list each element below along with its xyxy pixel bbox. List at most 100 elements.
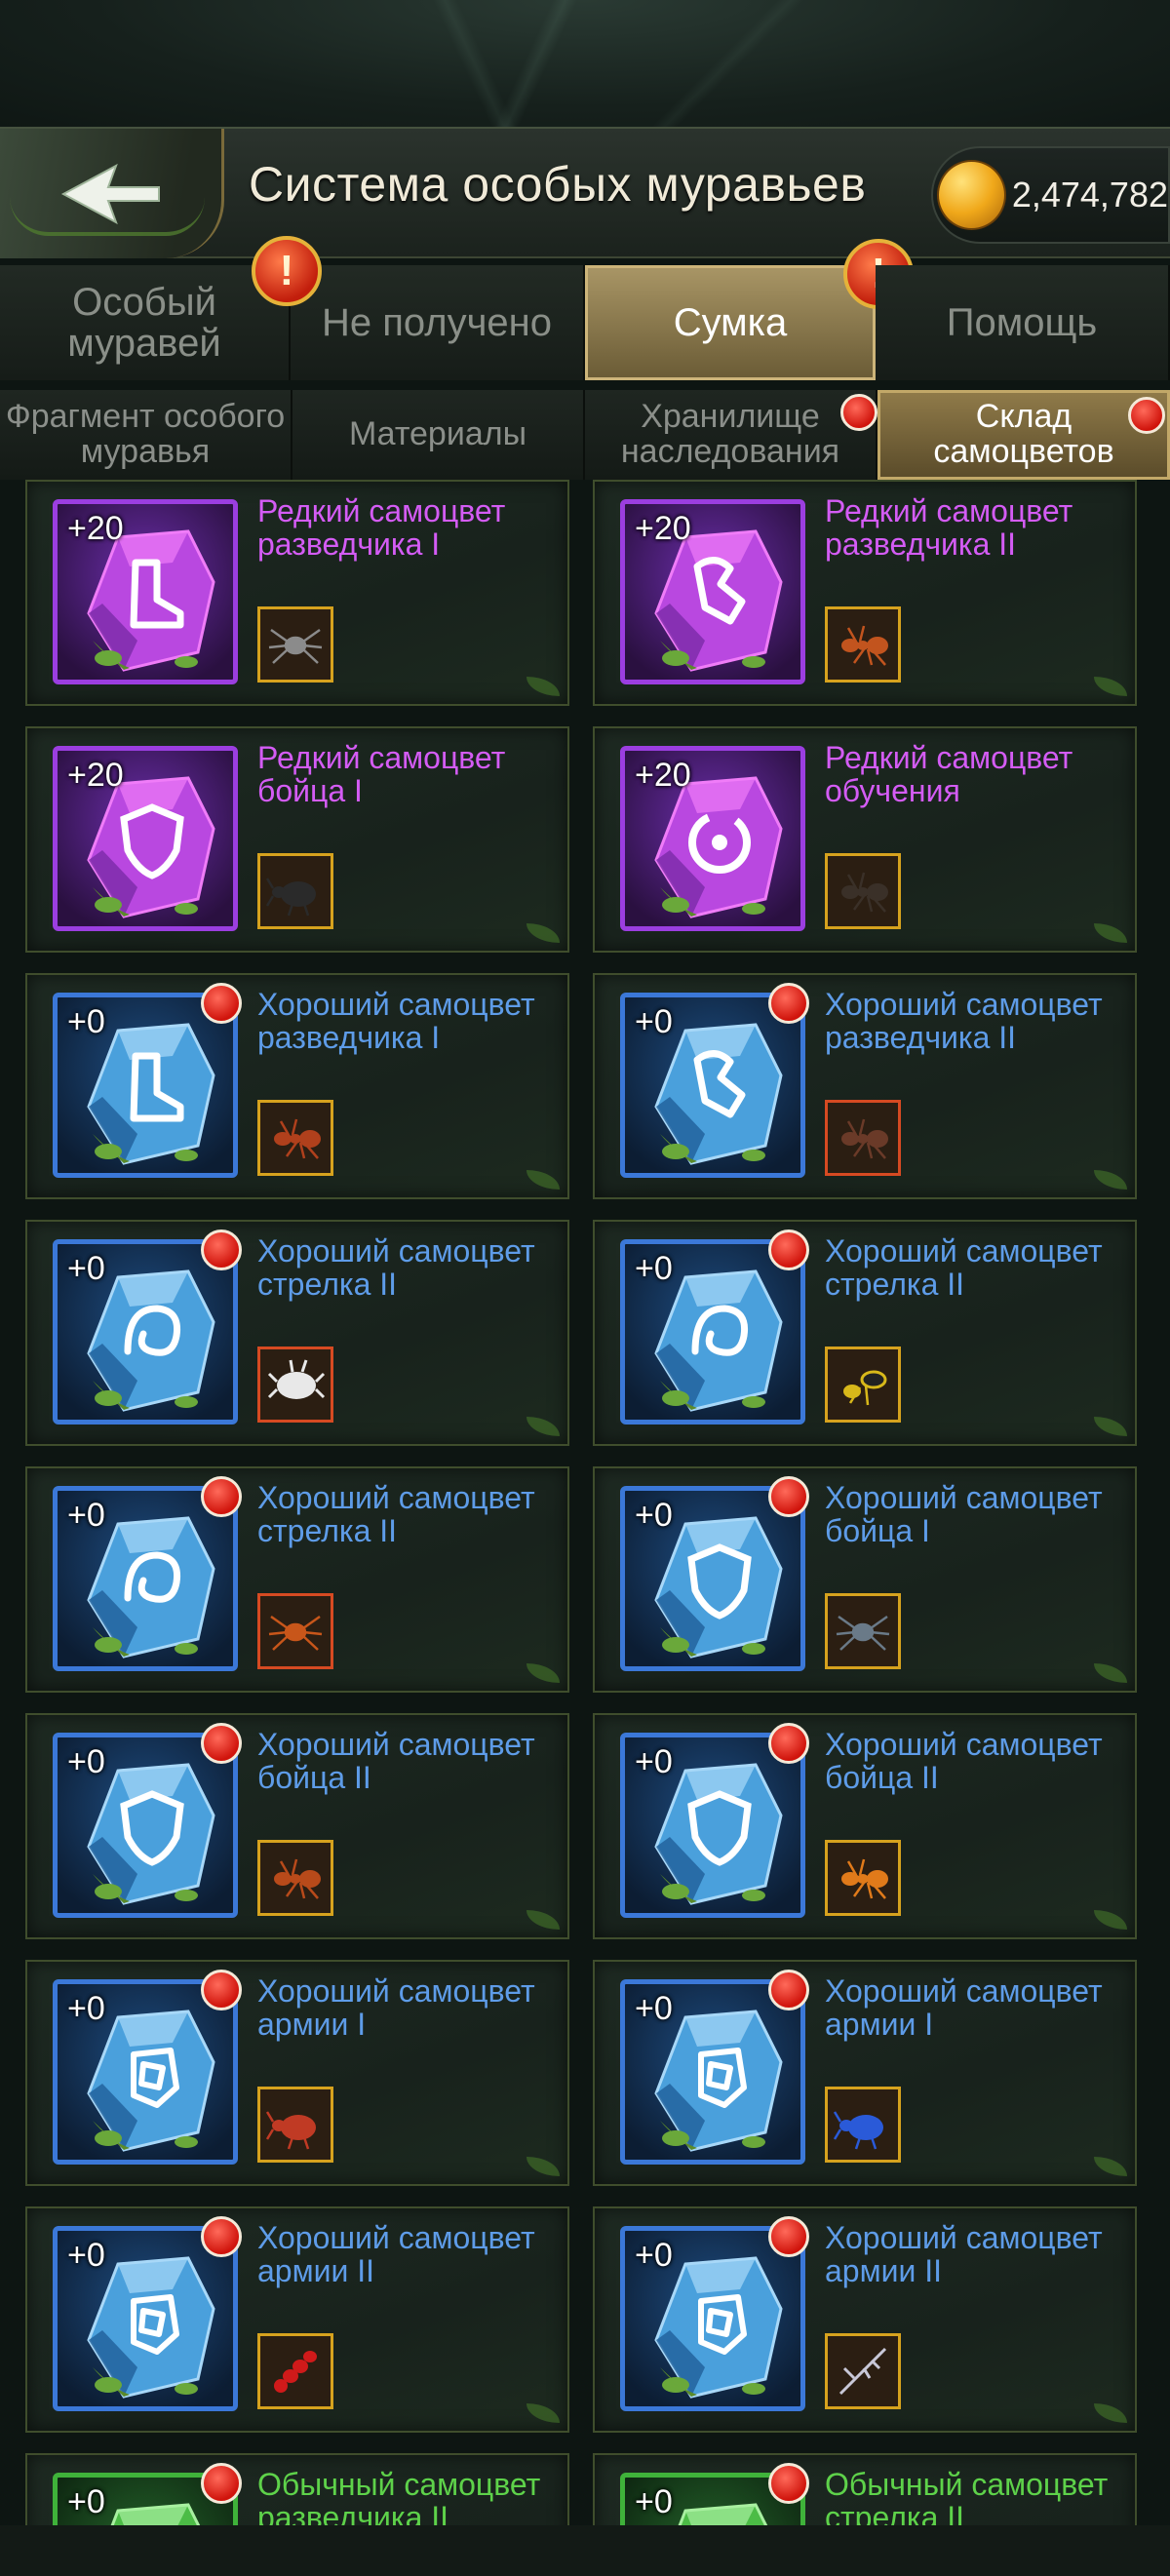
ant-icon[interactable] [825,2087,901,2163]
tab-special-ant[interactable]: Особый муравей [0,265,291,380]
subtab-inheritance-storage[interactable]: Хранилище наследования [585,390,878,480]
top-background [0,0,1170,127]
gem-level: +0 [635,1250,673,1287]
bottom-strip [0,2525,1170,2576]
leaf-decoration [1094,2403,1127,2423]
notification-dot [768,1723,809,1764]
gem-card[interactable]: +0 Обычный самоцвет стрелка II [593,2453,1137,2525]
notification-dot [1128,397,1165,434]
gem-card[interactable]: +0 Хороший самоцвет армии II [593,2206,1137,2433]
gem-card[interactable]: +0 Хороший самоцвет стрелка II [593,1220,1137,1446]
ant-icon[interactable] [825,1840,901,1916]
ant-icon[interactable] [825,1593,901,1669]
gem-card[interactable]: +20 Редкий самоцвет разведчика I [25,480,569,706]
ant-icon[interactable] [825,2333,901,2409]
tab-label: Не получено [321,301,553,344]
ant-icon[interactable] [257,606,333,683]
tab-not-obtained[interactable]: Не получено ! [252,236,585,380]
gem-level: +0 [67,1250,105,1287]
subtab-label: Материалы [348,415,527,453]
notification-dot [768,1970,809,2010]
subtab-label: Хранилище наследования [620,398,840,470]
subtab-label: Склад самоцветов [933,398,1114,470]
sub-tabs: Фрагмент особого муравья Материалы Храни… [0,390,1170,480]
currency-display[interactable]: 2,474,782 [931,146,1170,244]
gem-card[interactable]: +0 Хороший самоцвет бойца II [25,1713,569,1939]
gem-name: Редкий самоцвет бойца I [257,740,506,808]
gem-name: Хороший самоцвет бойца II [257,1727,535,1795]
leaf-decoration [526,1170,560,1190]
leaf-decoration [1094,1910,1127,1930]
gem-name: Хороший самоцвет армии I [257,1973,535,2042]
gem-icon: +20 [53,499,238,684]
tab-bag[interactable]: Сумка ! [585,239,914,380]
subtab-gem-warehouse[interactable]: Склад самоцветов [878,390,1170,480]
gem-card[interactable]: +0 Хороший самоцвет армии I [25,1960,569,2186]
gem-icon: +20 [53,746,238,931]
gem-card[interactable]: +0 Хороший самоцвет стрелка II [25,1466,569,1693]
ant-icon[interactable] [257,1593,333,1669]
tab-help[interactable]: Помощь [876,265,1170,380]
ant-icon[interactable] [257,2087,333,2163]
gem-card[interactable]: +20 Редкий самоцвет бойца I [25,726,569,953]
gem-level: +20 [635,757,691,794]
back-button[interactable] [0,129,224,258]
gem-card[interactable]: +0 Хороший самоцвет стрелка II [25,1220,569,1446]
main-tabs: Особый муравей Не получено ! Сумка ! Пом… [0,236,1170,380]
gem-icon: +20 [620,499,805,684]
notification-dot [768,1229,809,1270]
leaf-decoration [526,1663,560,1683]
gem-card[interactable]: +0 Хороший самоцвет бойца I [593,1466,1137,1693]
leaf-decoration [1094,923,1127,943]
ant-icon[interactable] [257,1100,333,1176]
leaf-decoration [1094,677,1127,696]
leaf-decoration [526,1417,560,1436]
gem-card[interactable]: +0 Хороший самоцвет разведчика II [593,973,1137,1199]
warning-icon: ! [252,236,322,306]
ant-icon[interactable] [257,853,333,929]
leaf-decoration [526,2157,560,2176]
ant-icon[interactable] [825,1100,901,1176]
leaf-decoration [526,677,560,696]
gem-name: Редкий самоцвет разведчика II [825,493,1073,562]
notification-dot [201,1229,242,1270]
currency-amount: 2,474,782 [1011,175,1168,215]
gem-card[interactable]: +0 Обычный самоцвет разведчика II [25,2453,569,2525]
tab-label: Сумка [673,301,788,344]
notification-dot [201,2216,242,2257]
subtab-fragments[interactable]: Фрагмент особого муравья [0,390,292,480]
ant-icon[interactable] [257,1347,333,1423]
gem-level: +0 [635,2237,673,2274]
gem-name: Обычный самоцвет разведчика II [257,2467,541,2525]
gem-name: Хороший самоцвет армии II [257,2220,535,2288]
subtab-materials[interactable]: Материалы [292,390,585,480]
gem-name: Хороший самоцвет разведчика I [257,987,535,1055]
subtab-label: Фрагмент особого муравья [5,398,286,470]
notification-dot [201,1970,242,2010]
ant-icon[interactable] [257,1840,333,1916]
gem-name: Хороший самоцвет стрелка II [825,1233,1103,1302]
gem-card[interactable]: +20 Редкий самоцвет разведчика II [593,480,1137,706]
gem-level: +0 [67,1990,105,2027]
page-title: Система особых муравьев [249,157,867,212]
gem-name: Редкий самоцвет разведчика I [257,493,506,562]
gem-card[interactable]: +0 Хороший самоцвет армии II [25,2206,569,2433]
notification-dot [201,983,242,1024]
ant-icon[interactable] [825,1347,901,1423]
gem-card[interactable]: +20 Редкий самоцвет обучения [593,726,1137,953]
gem-level: +0 [67,1497,105,1534]
gem-level: +0 [635,1743,673,1780]
gem-name: Хороший самоцвет армии I [825,1973,1103,2042]
notification-dot [768,2463,809,2504]
ant-icon[interactable] [825,853,901,929]
gem-card[interactable]: +0 Хороший самоцвет армии I [593,1960,1137,2186]
gem-name: Редкий самоцвет обучения [825,740,1073,808]
ant-icon[interactable] [257,2333,333,2409]
gem-card[interactable]: +0 Хороший самоцвет разведчика I [25,973,569,1199]
gem-icon: +20 [620,746,805,931]
notification-dot [201,1723,242,1764]
ant-icon[interactable] [825,606,901,683]
leaf-decoration [1094,1170,1127,1190]
gem-card[interactable]: +0 Хороший самоцвет бойца II [593,1713,1137,1939]
notification-dot [201,2463,242,2504]
